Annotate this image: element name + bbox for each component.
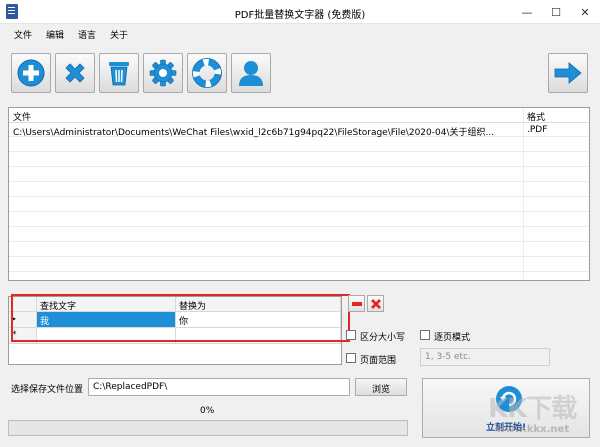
output-folder-label: 选择保存文件位置 [11,385,84,395]
remove-icon [65,63,85,83]
menu-language[interactable]: 语言 [78,28,96,41]
remove-file-button[interactable] [55,53,95,93]
empty-row [9,153,589,167]
column-header-file[interactable]: 文件 [13,110,31,123]
menu-file[interactable]: 文件 [14,28,32,41]
empty-row [9,168,589,182]
file-row[interactable]: C:\Users\Administrator\Documents\WeChat … [9,123,589,138]
watermark-url: www.kkx.net [496,424,570,435]
watermark: KK下载 www.kkx.net [488,382,588,440]
file-format: .PDF [527,125,548,135]
close-button[interactable]: ✕ [570,0,600,24]
clear-list-button[interactable] [99,53,139,93]
file-list-header: 文件 格式 [9,108,589,123]
minus-icon [351,301,362,306]
settings-button[interactable] [143,53,183,93]
empty-row [9,228,589,242]
page-range-placeholder: 1, 3-5 etc. [425,352,471,362]
remove-rule-button[interactable] [348,295,365,312]
next-button[interactable] [548,53,588,93]
empty-row [9,198,589,212]
empty-row [9,183,589,197]
menu-bar: 文件 编辑 语言 关于 [0,25,600,43]
title-bar: PDF批量替换文字器 (免费版) — ☐ ✕ [0,0,600,24]
arrow-right-icon [554,62,582,84]
gear-icon [149,59,177,87]
menu-about[interactable]: 关于 [110,28,128,41]
page-mode-label: 逐页模式 [434,333,471,343]
page-mode-checkbox[interactable] [420,330,430,340]
page-range-input[interactable]: 1, 3-5 etc. [420,348,550,366]
empty-row [9,243,589,257]
delete-icon [370,298,381,309]
progress-text: 0% [200,406,215,416]
maximize-button[interactable]: ☐ [541,0,571,24]
output-path-value: C:\ReplacedPDF\ [93,382,168,392]
highlight-box [11,294,350,342]
help-button[interactable] [187,53,227,93]
case-sensitive-checkbox[interactable] [346,330,356,340]
empty-row [9,213,589,227]
menu-edit[interactable]: 编辑 [46,28,64,41]
add-files-button[interactable] [11,53,51,93]
empty-row [9,138,589,152]
window-title: PDF批量替换文字器 (免费版) [234,10,366,21]
file-list[interactable]: 文件 格式 C:\Users\Administrator\Documents\W… [8,107,590,281]
minimize-button[interactable]: — [512,0,542,24]
page-range-label: 页面范围 [360,356,397,366]
clear-rules-button[interactable] [367,295,384,312]
page-range-checkbox[interactable] [346,353,356,363]
progress-bar [8,420,408,436]
user-icon [239,61,263,86]
trash-icon [109,62,129,86]
output-path-input[interactable]: C:\ReplacedPDF\ [88,378,350,396]
file-path: C:\Users\Administrator\Documents\WeChat … [13,128,495,138]
add-icon [17,59,45,87]
column-header-format[interactable]: 格式 [527,110,545,123]
case-sensitive-label: 区分大小写 [360,333,406,343]
browse-button[interactable]: 浏览 [355,378,407,396]
empty-row [9,258,589,272]
lifebuoy-icon [192,58,222,88]
watermark-logo: KK下载 [488,394,577,424]
account-button[interactable] [231,53,271,93]
